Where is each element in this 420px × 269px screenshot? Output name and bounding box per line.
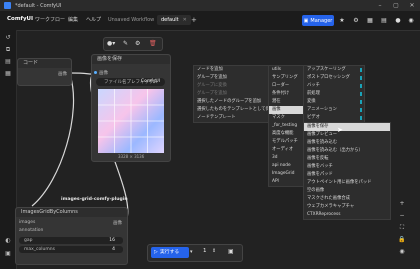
theme-icon[interactable]: ◐ <box>4 237 12 245</box>
manager-label: Manager <box>310 17 333 24</box>
model-library-icon[interactable]: ▤ <box>4 58 12 66</box>
minimize-icon[interactable]: – <box>373 0 387 11</box>
maximize-icon[interactable]: ▢ <box>389 0 403 11</box>
max-columns-label: max_columns <box>24 247 55 252</box>
bell-icon[interactable]: ● <box>393 15 403 26</box>
submenu-item[interactable]: 前処理 <box>304 90 364 98</box>
plugin-label: images-grid-comfy-plugin <box>61 197 128 202</box>
submenu-item[interactable]: 変換 <box>304 98 364 106</box>
tab-label: default <box>161 17 179 23</box>
output-label: 画像 <box>113 221 122 226</box>
zoom-out-icon[interactable]: − <box>396 212 408 222</box>
node-item-save-image[interactable]: 画像を保存 <box>304 123 390 131</box>
gap-field[interactable]: gap 16 <box>19 237 123 244</box>
node-title: コード <box>18 59 71 68</box>
node-item[interactable]: 画像を読み込む（出力から） <box>304 147 390 155</box>
bypass-icon[interactable]: ✎ <box>123 40 128 47</box>
tab-label: Unsaved Workflow <box>108 17 155 23</box>
info-icon[interactable]: ⚙ <box>135 40 140 47</box>
image-preview[interactable] <box>98 89 164 153</box>
node-library-icon[interactable]: ⧉ <box>4 46 12 54</box>
delete-icon[interactable]: 🗑 <box>149 40 157 47</box>
input-annotation-label: annotation <box>19 228 44 233</box>
menu-help[interactable]: ヘルプ <box>86 16 101 23</box>
gap-value: 16 <box>109 238 115 243</box>
output-label: 画像 <box>58 72 67 77</box>
lock-icon[interactable]: 🔒 <box>396 236 408 246</box>
tab-default[interactable]: default ✕ <box>157 15 191 25</box>
node-item[interactable]: マスクされた画像合成 <box>304 195 390 203</box>
app-icon <box>4 2 11 9</box>
submenu-item[interactable]: バッチ <box>304 82 364 90</box>
add-tab-button[interactable]: + <box>187 15 201 25</box>
submenu-item[interactable]: ポストプロセッシング <box>304 74 364 82</box>
run-label: 実行する <box>160 250 180 255</box>
grid-icon[interactable]: ▦ <box>365 15 375 26</box>
star-icon[interactable]: ★ <box>337 15 347 26</box>
save-image-node[interactable]: 画像を保存 画像 ファイル名プレフィックス ComfyUI 3328 × 313… <box>91 54 171 162</box>
submenu-item[interactable]: ビデオ <box>304 114 364 122</box>
brand-logo[interactable]: ComfyUI <box>7 16 33 22</box>
node-item[interactable]: 画像をバッチ <box>304 163 390 171</box>
run-dropdown-icon[interactable]: ▾ <box>190 249 193 255</box>
mouse-cursor-icon: ➤ <box>337 126 343 134</box>
queue-icon[interactable]: ▣ <box>228 248 234 255</box>
prefix-value: ComfyUI <box>140 79 160 84</box>
node-item[interactable]: 画像プレビュー <box>304 131 390 139</box>
count-stepper-icon[interactable]: ⇕ <box>212 248 216 254</box>
node-item[interactable]: アウトペイント用に画像をパッド <box>304 179 390 187</box>
link-visibility-icon[interactable]: ◉ <box>396 248 408 258</box>
image-dimensions: 3328 × 3136 <box>118 154 145 159</box>
graph-canvas[interactable]: コード 画像 画像を保存 画像 ファイル名プレフィックス ComfyUI 332… <box>15 31 420 269</box>
submenu-item[interactable]: アニメーション <box>304 106 364 114</box>
menubar: ComfyUI ワークフロー 編集 ヘルプ Unsaved Workflow ✕… <box>0 11 420 31</box>
node-title: 画像を保存 <box>92 55 170 64</box>
settings-icon[interactable]: ⚙ <box>351 15 361 26</box>
input-images-label: images <box>19 220 36 225</box>
node-item[interactable]: 画像をパッド <box>304 171 390 179</box>
terminal-icon[interactable]: ▤ <box>379 15 389 26</box>
code-node[interactable]: コード 画像 <box>17 58 72 86</box>
menu-workflow[interactable]: ワークフロー <box>35 16 65 23</box>
node-item[interactable]: ウェブカメラキャプチャ <box>304 203 390 211</box>
max-columns-field[interactable]: max_columns 4 <box>19 246 123 253</box>
input-label: 画像 <box>99 71 108 76</box>
menu-edit[interactable]: 編集 <box>68 16 78 23</box>
submenu-item[interactable]: アップスケーリング <box>304 66 364 74</box>
node-item[interactable]: 画像を反転 <box>304 155 390 163</box>
node-item[interactable]: 空の画像 <box>304 187 390 195</box>
window-titlebar: *default - ComfyUI <box>0 0 420 11</box>
zoom-in-icon[interactable]: + <box>396 200 408 210</box>
close-icon[interactable]: ✕ <box>405 0 419 11</box>
node-title: ImagesGridByColumns <box>16 208 127 217</box>
batch-count[interactable]: 1 <box>203 248 207 254</box>
run-button[interactable]: ▷ 実行する <box>151 247 189 258</box>
manager-button[interactable]: ▣ Manager <box>302 15 334 26</box>
play-icon: ▷ <box>154 250 158 255</box>
window-title: *default - ComfyUI <box>15 2 62 9</box>
info-icon[interactable]: ▣ <box>4 250 12 258</box>
preview-grid-lines <box>98 89 164 153</box>
node-item[interactable]: 画像を読み込む <box>304 139 390 147</box>
node-item[interactable]: CTXRReprocess <box>304 211 390 219</box>
gap-label: gap <box>24 238 33 243</box>
history-icon[interactable]: ↺ <box>4 34 12 42</box>
fit-view-icon[interactable]: ⛶ <box>396 224 408 234</box>
filename-prefix-field[interactable]: ファイル名プレフィックス ComfyUI <box>96 78 165 86</box>
user-icon[interactable]: ◉ <box>406 15 416 26</box>
run-toolbar: ▷ 実行する ▾ 1 ⇕ ▣ <box>147 244 243 262</box>
workflows-icon[interactable]: ▦ <box>4 70 12 78</box>
puzzle-icon: ▣ <box>303 17 309 24</box>
image-submenu: アップスケーリング ポストプロセッシング バッチ 前処理 変換 アニメーション … <box>303 65 365 123</box>
input-slot[interactable] <box>94 71 97 74</box>
node-toolbox: ●▾ ✎ ⚙ 🗑 <box>103 37 163 51</box>
images-grid-node[interactable]: ImagesGridByColumns images annotation 画像… <box>15 207 128 265</box>
color-picker-icon[interactable]: ●▾ <box>107 40 115 47</box>
image-node-list: 画像を保存 画像プレビュー 画像を読み込む 画像を読み込む（出力から） 画像を反… <box>303 122 391 220</box>
max-columns-value: 4 <box>112 247 115 252</box>
